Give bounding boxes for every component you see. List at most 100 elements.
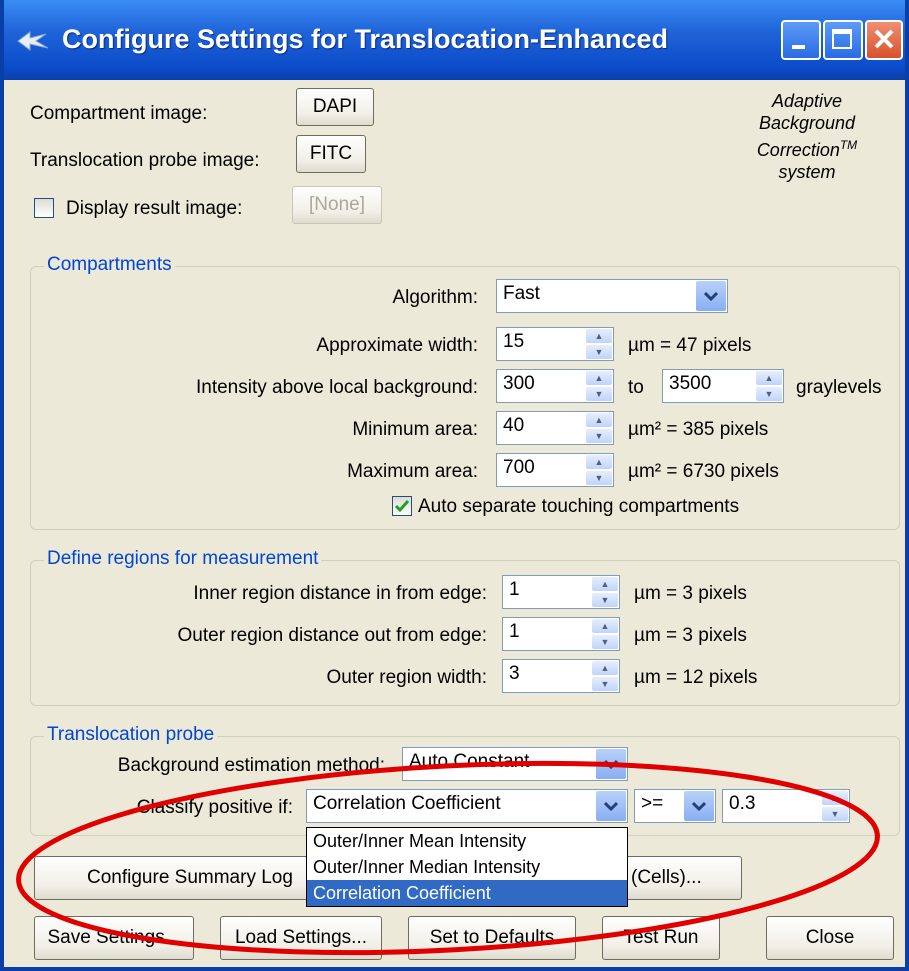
algorithm-select[interactable]: Fast [496, 279, 728, 313]
spin-up-icon[interactable]: ▲ [586, 329, 612, 343]
spin-up-icon[interactable]: ▲ [756, 371, 782, 385]
chevron-down-icon [692, 801, 706, 811]
translocation-image-label: Translocation probe image: [30, 150, 260, 171]
classify-dropdown-button[interactable] [596, 791, 626, 821]
intensity-label: Intensity above local background: [195, 377, 478, 398]
intensity-to-label: to [628, 377, 644, 398]
inner-distance-value: 1 [509, 579, 520, 600]
spin-down-icon[interactable]: ▼ [586, 345, 612, 359]
outer-width-value: 3 [509, 663, 520, 684]
classify-label: Classify positive if: [136, 797, 293, 818]
outer-distance-label: Outer region distance out from edge: [177, 625, 487, 646]
max-area-label: Maximum area: [347, 461, 478, 482]
outer-width-input[interactable]: 3 ▲ ▼ [502, 659, 620, 693]
set-defaults-button[interactable]: Set to Defaults [408, 916, 576, 960]
spin-up-icon[interactable]: ▲ [592, 619, 618, 633]
test-run-button[interactable]: Test Run [602, 916, 720, 960]
outer-distance-input[interactable]: 1 ▲ ▼ [502, 617, 620, 651]
save-settings-button[interactable]: Save Settings... [34, 916, 194, 960]
threshold-spinner[interactable]: ▲ ▼ [822, 791, 848, 821]
display-result-label: Display result image: [66, 198, 243, 219]
threshold-value: 0.3 [729, 793, 756, 814]
inner-distance-input[interactable]: 1 ▲ ▼ [502, 575, 620, 609]
checkmark-icon [394, 500, 410, 513]
dialog-window: Configure Settings for Translocation-Enh… [0, 0, 909, 971]
spin-down-icon[interactable]: ▼ [586, 387, 612, 401]
outer-distance-spinner[interactable]: ▲ ▼ [592, 619, 618, 649]
bg-method-label: Background estimation method: [117, 755, 385, 776]
display-result-button[interactable]: [None] [292, 186, 382, 224]
min-area-input[interactable]: 40 ▲ ▼ [496, 411, 614, 445]
spin-up-icon[interactable]: ▲ [592, 661, 618, 675]
intensity-max-input[interactable]: 3500 ▲ ▼ [662, 369, 784, 403]
intensity-min-input[interactable]: 300 ▲ ▼ [496, 369, 614, 403]
intensity-min-spinner[interactable]: ▲ ▼ [586, 371, 612, 401]
close-window-button[interactable] [865, 20, 903, 60]
spin-down-icon[interactable]: ▼ [586, 471, 612, 485]
threshold-input[interactable]: 0.3 ▲ ▼ [722, 789, 850, 823]
approx-width-label: Approximate width: [316, 335, 478, 356]
intensity-unit: graylevels [796, 377, 882, 398]
translocation-image-button[interactable]: FITC [296, 135, 366, 173]
display-result-checkbox[interactable] [34, 198, 54, 218]
trademark: TM [839, 138, 858, 152]
spin-down-icon[interactable]: ▼ [756, 387, 782, 401]
inner-distance-spinner[interactable]: ▲ ▼ [592, 577, 618, 607]
maximize-button[interactable] [823, 20, 863, 60]
min-area-spinner[interactable]: ▲ ▼ [586, 413, 612, 443]
outer-distance-unit: µm = 3 pixels [634, 625, 747, 646]
min-area-value: 40 [503, 415, 525, 436]
bg-method-dropdown-button[interactable] [596, 749, 626, 779]
spin-down-icon[interactable]: ▼ [822, 807, 848, 821]
approx-width-unit: µm = 47 pixels [628, 335, 752, 356]
close-icon [874, 29, 894, 49]
algorithm-dropdown-button[interactable] [696, 281, 726, 311]
max-area-input[interactable]: 700 ▲ ▼ [496, 453, 614, 487]
minimize-button[interactable] [781, 20, 821, 60]
spin-up-icon[interactable]: ▲ [586, 413, 612, 427]
compartment-image-button[interactable]: DAPI [296, 88, 374, 126]
bg-method-select[interactable]: Auto Constant [402, 747, 628, 781]
operator-value: >= [641, 793, 664, 814]
classify-dropdown-list[interactable]: Outer/Inner Mean Intensity Outer/Inner M… [306, 827, 628, 907]
load-settings-button[interactable]: Load Settings... [220, 916, 382, 960]
logo-line-1: Adaptive [771, 91, 843, 111]
title-bar[interactable]: Configure Settings for Translocation-Enh… [4, 0, 905, 80]
spin-up-icon[interactable]: ▲ [586, 455, 612, 469]
spin-down-icon[interactable]: ▼ [586, 429, 612, 443]
operator-dropdown-button[interactable] [684, 791, 714, 821]
bg-method-value: Auto Constant [409, 751, 530, 772]
min-area-label: Minimum area: [352, 419, 478, 440]
classify-option-correlation[interactable]: Correlation Coefficient [307, 880, 627, 906]
minimize-icon [792, 45, 805, 49]
auto-separate-checkbox[interactable] [392, 496, 412, 516]
spin-up-icon[interactable]: ▲ [586, 371, 612, 385]
chevron-down-icon [704, 291, 718, 301]
spin-up-icon[interactable]: ▲ [592, 577, 618, 591]
operator-select[interactable]: >= [634, 789, 716, 823]
algorithm-label: Algorithm: [392, 287, 478, 308]
window-title: Configure Settings for Translocation-Enh… [62, 24, 669, 54]
approx-width-spinner[interactable]: ▲ ▼ [586, 329, 612, 359]
close-button[interactable]: Close [766, 916, 894, 960]
spin-down-icon[interactable]: ▼ [592, 677, 618, 691]
outer-width-spinner[interactable]: ▲ ▼ [592, 661, 618, 691]
classify-option-median[interactable]: Outer/Inner Median Intensity [307, 854, 627, 880]
classify-option-mean[interactable]: Outer/Inner Mean Intensity [307, 828, 627, 854]
compartments-legend: Compartments [44, 254, 175, 276]
probe-legend: Translocation probe [44, 724, 218, 746]
maximize-icon [832, 29, 852, 49]
compartment-image-label: Compartment image: [30, 103, 208, 124]
classify-value: Correlation Coefficient [313, 793, 501, 814]
inner-distance-label: Inner region distance in from edge: [193, 583, 487, 604]
approx-width-input[interactable]: 15 ▲ ▼ [496, 327, 614, 361]
spin-up-icon[interactable]: ▲ [822, 791, 848, 805]
classify-select[interactable]: Correlation Coefficient [306, 789, 628, 823]
spin-down-icon[interactable]: ▼ [592, 635, 618, 649]
inner-distance-unit: µm = 3 pixels [634, 583, 747, 604]
max-area-spinner[interactable]: ▲ ▼ [586, 455, 612, 485]
intensity-max-spinner[interactable]: ▲ ▼ [756, 371, 782, 401]
spin-down-icon[interactable]: ▼ [592, 593, 618, 607]
algorithm-value: Fast [503, 283, 540, 304]
logo-line-3-text: Correction [756, 140, 840, 160]
